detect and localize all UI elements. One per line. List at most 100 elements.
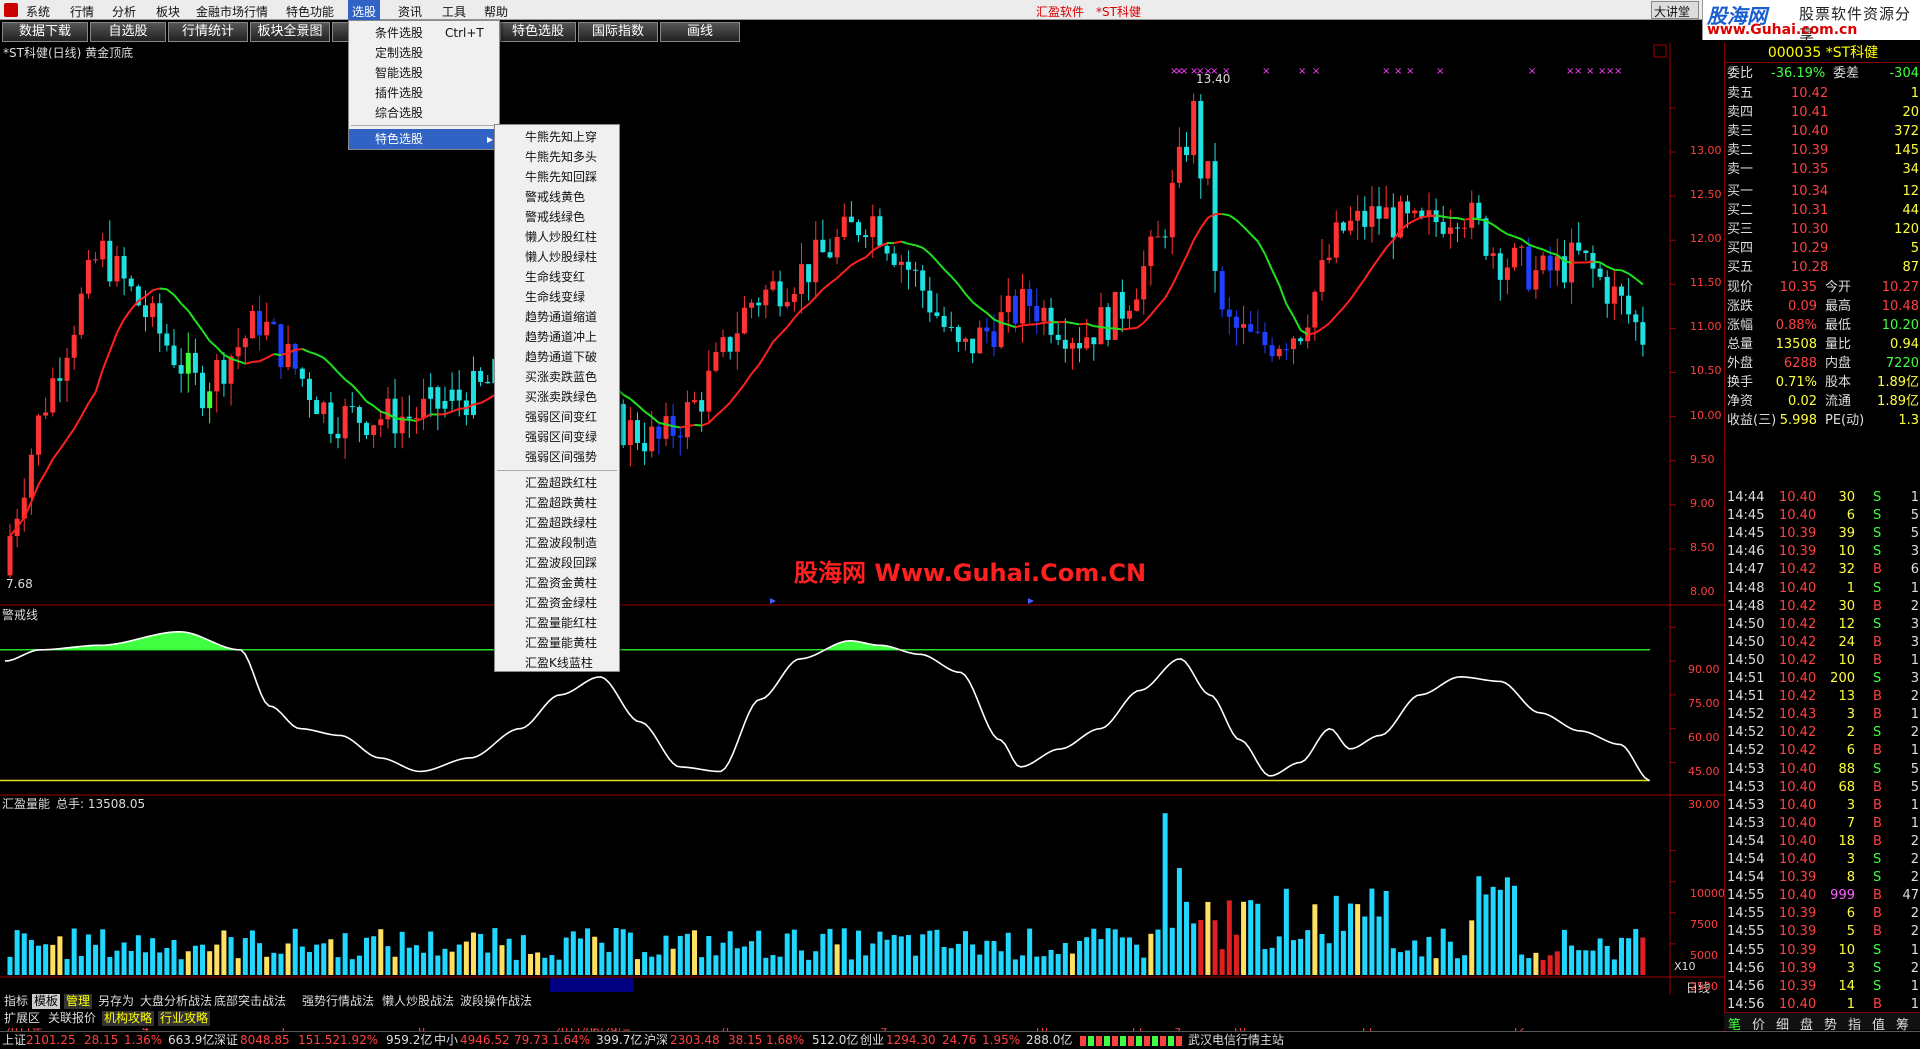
watchlist-button[interactable]: 自选股	[90, 22, 166, 42]
volume-bar	[820, 933, 826, 975]
tab-3[interactable]: 另存为	[96, 994, 136, 1009]
volume-bar	[770, 955, 776, 975]
tab-4[interactable]: 大盘分析战法	[138, 994, 214, 1009]
special-item-b3[interactable]: 汇盈波段制造	[495, 533, 619, 553]
hs-label[interactable]: 沪深	[644, 1032, 668, 1049]
special-item-0[interactable]: 牛熊先知上穿	[495, 127, 619, 147]
volume-bar	[1576, 950, 1582, 975]
draw-line-button[interactable]: 画线	[660, 22, 740, 42]
volume-bar	[627, 932, 633, 975]
tab-6[interactable]: 强势行情战法	[300, 994, 376, 1009]
chart-svg[interactable]: ××× ×× ×× × × × × × × × × × × × × × × ×	[0, 43, 1724, 1003]
candle-body	[649, 426, 655, 452]
volume-bar	[1426, 936, 1432, 975]
tab2-2[interactable]: 机构攻略	[102, 1011, 155, 1026]
special-item-10[interactable]: 趋势通道冲上	[495, 327, 619, 347]
candle-body	[848, 216, 854, 223]
tab-7[interactable]: 懒人炒股战法	[380, 994, 456, 1009]
server-name[interactable]: 武汉电信行情主站	[1188, 1032, 1284, 1049]
candle-body	[1547, 255, 1553, 271]
menu-item-5[interactable]: 特色选股 ▸	[349, 129, 499, 149]
special-item-b6[interactable]: 汇盈资金绿柱	[495, 593, 619, 613]
special-item-b7[interactable]: 汇盈量能红柱	[495, 613, 619, 633]
candle-body	[1169, 182, 1175, 238]
cy-label[interactable]: 创业	[860, 1032, 884, 1049]
special-item-b8[interactable]: 汇盈量能黄柱	[495, 633, 619, 653]
chart-area[interactable]: × × × × × × × × × × × × × × × × × × × × × × *ST科健(日线) 黄金顶底 13…	[0, 43, 1920, 1037]
special-item-12[interactable]: 买涨卖跌蓝色	[495, 367, 619, 387]
menu-market[interactable]: 行情	[70, 3, 94, 20]
trade-row: 14:53 10.40 3 B 1	[1725, 797, 1920, 815]
special-item-2[interactable]: 牛熊先知回踩	[495, 167, 619, 187]
special-item-1[interactable]: 牛熊先知多头	[495, 147, 619, 167]
special-item-b5[interactable]: 汇盈资金黄柱	[495, 573, 619, 593]
menu-stock-select[interactable]: 选股	[348, 0, 381, 20]
stat-value-2: 10.27	[1881, 280, 1919, 295]
tab-1[interactable]: 模板	[32, 994, 61, 1009]
menu-tools[interactable]: 工具	[442, 3, 466, 20]
special-item-b0[interactable]: 汇盈超跌红柱	[495, 473, 619, 493]
lecture-button[interactable]: 大讲堂	[1651, 1, 1699, 19]
app-logo-icon[interactable]	[4, 3, 18, 17]
tab-2[interactable]: 管理	[64, 994, 93, 1009]
menu-help[interactable]: 帮助	[484, 3, 508, 20]
volume-bar	[1618, 937, 1624, 975]
candle-body	[948, 326, 954, 328]
menu-item-3[interactable]: 插件选股	[349, 83, 499, 103]
menu-item-4[interactable]: 综合选股	[349, 103, 499, 123]
special-item-6[interactable]: 懒人炒股绿柱	[495, 247, 619, 267]
market-stats-button[interactable]: 行情统计	[168, 22, 248, 42]
sz-label[interactable]: 深证	[214, 1032, 238, 1049]
special-item-3[interactable]: 警戒线黄色	[495, 187, 619, 207]
candle-body	[1454, 227, 1460, 229]
candle-body	[114, 256, 120, 282]
special-item-b9[interactable]: 汇盈K线蓝柱	[495, 653, 619, 673]
zx-label[interactable]: 中小	[434, 1032, 458, 1049]
special-item-11[interactable]: 趋势通道下破	[495, 347, 619, 367]
volume-bar	[570, 931, 576, 975]
sh-label[interactable]: 上证	[2, 1032, 26, 1049]
special-item-13[interactable]: 买涨卖跌绿色	[495, 387, 619, 407]
special-item-8[interactable]: 生命线变绿	[495, 287, 619, 307]
menu-special[interactable]: 特色功能	[286, 3, 334, 20]
brand-url[interactable]: www.Guhai.com.cn	[1707, 22, 1857, 38]
menu-item-0[interactable]: 条件选股 Ctrl+T	[349, 23, 499, 43]
special-item-b2[interactable]: 汇盈超跌绿柱	[495, 513, 619, 533]
volume-bar	[1148, 933, 1154, 975]
menu-sector[interactable]: 板块	[156, 3, 180, 20]
tab-5[interactable]: 底部突击战法	[212, 994, 288, 1009]
candle-body	[756, 302, 762, 306]
menu-item-1[interactable]: 定制选股	[349, 43, 499, 63]
special-item-b1[interactable]: 汇盈超跌黄柱	[495, 493, 619, 513]
special-item-9[interactable]: 趋势通道缩道	[495, 307, 619, 327]
tab2-0[interactable]: 扩展区	[2, 1011, 42, 1026]
special-item-14[interactable]: 强弱区间变红	[495, 407, 619, 427]
menu-item-2[interactable]: 智能选股	[349, 63, 499, 83]
menu-analysis[interactable]: 分析	[112, 3, 136, 20]
special-item-15[interactable]: 强弱区间变绿	[495, 427, 619, 447]
signal-marker: ×	[1614, 66, 1622, 77]
volume-bar	[1611, 959, 1617, 975]
special-item-5[interactable]: 懒人炒股红柱	[495, 227, 619, 247]
tab2-1[interactable]: 关联报价	[46, 1011, 98, 1026]
data-download-button[interactable]: 数据下载	[2, 22, 88, 42]
special-select-button[interactable]: 特色选股	[500, 22, 576, 42]
special-item-16[interactable]: 强弱区间强势	[495, 447, 619, 467]
tab2-3[interactable]: 行业攻略	[158, 1011, 211, 1026]
sector-panorama-button[interactable]: 板块全景图	[250, 22, 330, 42]
candle-body	[777, 281, 783, 307]
menu-news[interactable]: 资讯	[398, 3, 422, 20]
volume-bar	[684, 933, 690, 975]
special-item-4[interactable]: 警戒线绿色	[495, 207, 619, 227]
trade-volume: 2	[1846, 725, 1855, 741]
menu-finance-market[interactable]: 金融市场行情	[196, 3, 268, 20]
ask-price: 10.39	[1791, 143, 1829, 158]
special-item-7[interactable]: 生命线变红	[495, 267, 619, 287]
intl-index-button[interactable]: 国际指数	[578, 22, 658, 42]
menu-system[interactable]: 系统	[26, 3, 50, 20]
tab-8[interactable]: 波段操作战法	[458, 994, 534, 1009]
trade-time: 14:45	[1727, 526, 1765, 542]
tab-0[interactable]: 指标	[2, 994, 30, 1009]
volume-bar	[7, 956, 13, 975]
special-item-b4[interactable]: 汇盈波段回踩	[495, 553, 619, 573]
